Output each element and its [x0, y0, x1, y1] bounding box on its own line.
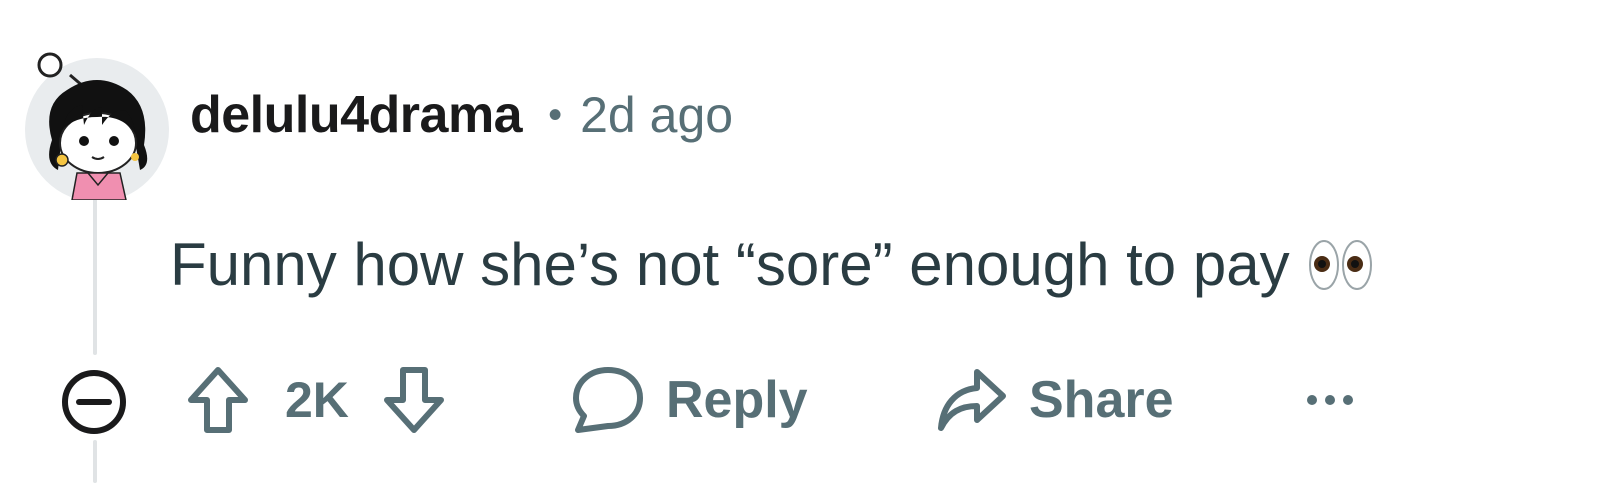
collapse-thread-button[interactable] — [60, 368, 128, 436]
comment-header: delulu4drama • 2d ago — [190, 80, 733, 150]
comment-text: Funny how she’s not “sore” enough to pay — [170, 230, 1290, 298]
share-arrow-icon — [938, 369, 1006, 431]
vote-controls: 2K — [185, 360, 447, 440]
share-label: Share — [1029, 371, 1174, 429]
upvote-arrow-icon — [188, 367, 248, 433]
share-button[interactable]: Share — [935, 360, 1174, 440]
eyes-emoji-icon — [1308, 237, 1374, 291]
more-options-button[interactable] — [1300, 378, 1360, 422]
vote-count: 2K — [285, 372, 349, 428]
avatar-image — [25, 52, 169, 202]
thread-line-continuation[interactable] — [93, 440, 97, 483]
avatar[interactable] — [22, 45, 172, 202]
upvote-button[interactable] — [185, 364, 251, 436]
timestamp[interactable]: 2d ago — [580, 86, 733, 144]
downvote-arrow-icon — [383, 367, 444, 433]
meta-separator: • — [548, 92, 563, 137]
chat-bubble-icon — [573, 367, 643, 433]
collapse-icon — [62, 370, 126, 434]
ellipsis-icon — [1307, 395, 1353, 405]
downvote-button[interactable] — [381, 364, 447, 436]
thread-line[interactable] — [93, 195, 97, 355]
comment-body: Funny how she’s not “sore” enough to pay — [170, 228, 1374, 300]
comment-actions: 2K Reply Share — [0, 360, 1600, 440]
reply-label: Reply — [666, 371, 808, 429]
username-link[interactable]: delulu4drama — [190, 85, 523, 145]
reply-button[interactable]: Reply — [570, 360, 808, 440]
